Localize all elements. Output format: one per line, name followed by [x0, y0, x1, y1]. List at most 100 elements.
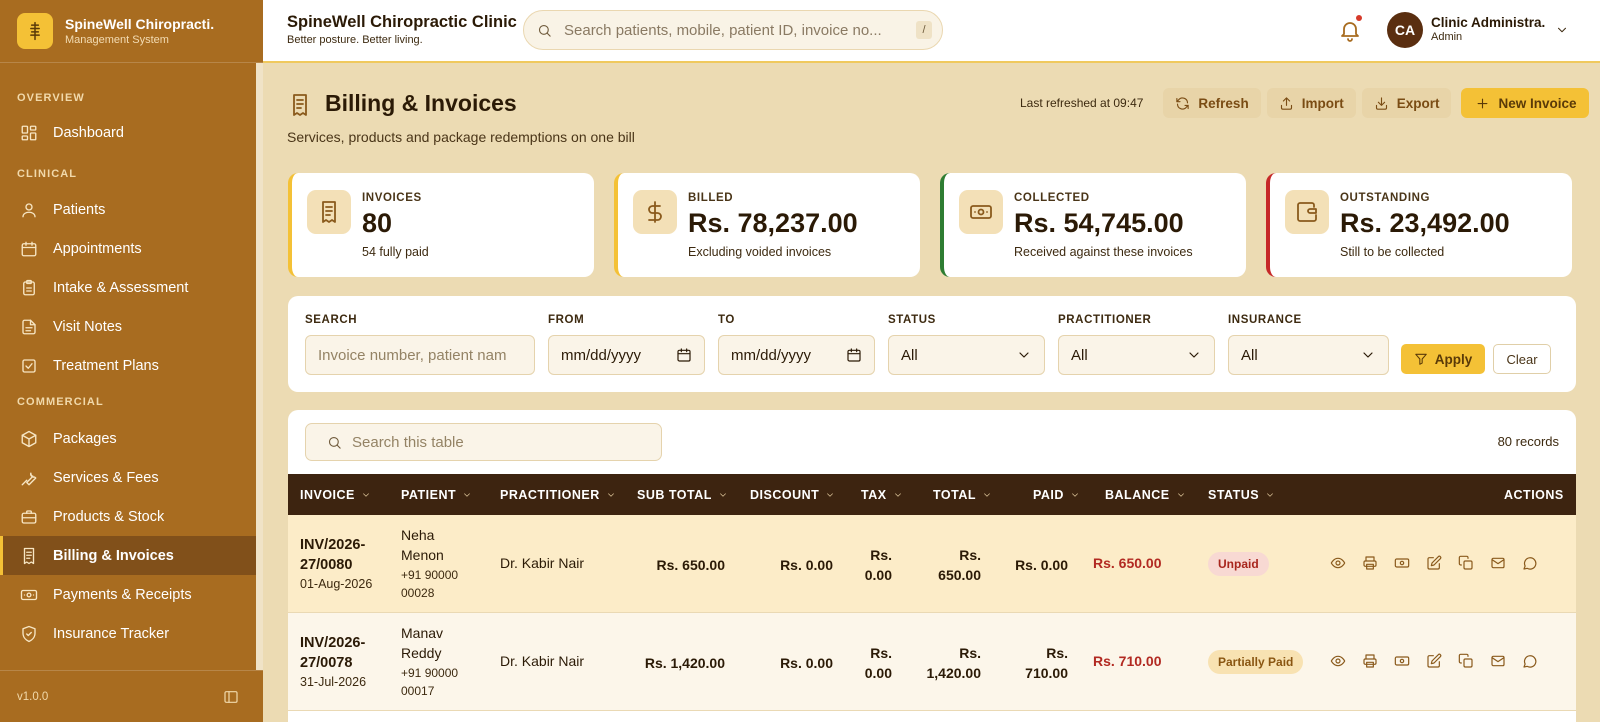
edit-icon[interactable] — [1418, 555, 1450, 573]
receipt-icon — [20, 547, 38, 565]
sidebar-item-products[interactable]: Products & Stock — [0, 497, 256, 536]
column-header-tax[interactable]: TAX — [861, 474, 903, 515]
stat-label: COLLECTED — [1014, 192, 1090, 204]
sidebar-item-intake[interactable]: Intake & Assessment — [0, 268, 256, 307]
duplicate-copy-icon[interactable] — [1450, 653, 1482, 671]
invoice-cell[interactable]: INV/2026- 27/0080 01-Aug-2026 — [300, 535, 372, 591]
new-invoice-label: New Invoice — [1498, 95, 1577, 111]
sidebar-item-billing[interactable]: Billing & Invoices — [0, 536, 256, 575]
global-search-input[interactable]: Search patients, mobile, patient ID, inv… — [523, 10, 943, 50]
table-search-input[interactable]: Search this table — [305, 423, 662, 461]
total-value: Rs. — [959, 645, 981, 661]
briefcase-icon — [20, 508, 38, 526]
record-payment-cash-icon[interactable] — [1386, 653, 1418, 671]
total-value: 1,420.00 — [926, 665, 982, 681]
duplicate-copy-icon[interactable] — [1450, 555, 1482, 573]
status-select[interactable]: All — [888, 335, 1045, 375]
stat-value: Rs. 54,745.00 — [1014, 208, 1184, 238]
apply-filters-button[interactable]: Apply — [1401, 344, 1485, 374]
filter-search-input[interactable]: Invoice number, patient nam — [305, 335, 535, 375]
patient-name: Reddy — [401, 645, 442, 661]
whatsapp-icon[interactable] — [1514, 555, 1546, 573]
practitioner-select[interactable]: All — [1058, 335, 1215, 375]
balance-cell: Rs. 650.00 — [1093, 555, 1162, 571]
sidebar-item-appointments[interactable]: Appointments — [0, 229, 256, 268]
sidebar-item-patients[interactable]: Patients — [0, 190, 256, 229]
patient-mobile: +91 90000 — [401, 666, 459, 680]
sidebar-item-visit-notes[interactable]: Visit Notes — [0, 307, 256, 346]
column-header-discount[interactable]: DISCOUNT — [750, 474, 835, 515]
whatsapp-icon[interactable] — [1514, 653, 1546, 671]
column-header-total[interactable]: TOTAL — [933, 474, 992, 515]
practitioner-value: All — [1071, 346, 1088, 364]
invoice-number: 27/0080 — [300, 557, 353, 573]
view-eye-icon[interactable] — [1322, 653, 1354, 671]
sidebar-item-treatment-plans[interactable]: Treatment Plans — [0, 346, 256, 385]
invoice-cell[interactable]: INV/2026- 27/0078 31-Jul-2026 — [300, 633, 366, 689]
patient-cell[interactable]: Manav Reddy +91 90000 00017 — [401, 623, 458, 700]
chevron-down-icon — [1016, 347, 1032, 363]
column-header-patient[interactable]: PATIENT — [401, 474, 472, 515]
insurance-select[interactable]: All — [1228, 335, 1389, 375]
discount-cell: Rs. 0.00 — [780, 557, 833, 573]
patient-cell[interactable]: Neha Menon +91 90000 00028 — [401, 525, 458, 602]
sidebar-scrollbar[interactable] — [256, 63, 263, 670]
print-printer-icon[interactable] — [1354, 653, 1386, 671]
total-value: 650.00 — [938, 567, 981, 583]
sidebar-item-dashboard[interactable]: Dashboard — [0, 113, 256, 152]
column-header-paid[interactable]: PAID — [1033, 474, 1080, 515]
invoice-date: 31-Jul-2026 — [300, 675, 367, 689]
to-date-value: mm/dd/yyyy — [731, 346, 812, 364]
clear-filters-button[interactable]: Clear — [1493, 344, 1551, 374]
stat-card-outstanding: OUTSTANDING Rs. 23,492.00 Still to be co… — [1266, 173, 1572, 277]
record-count: 80 records — [1497, 434, 1559, 449]
avatar[interactable]: CA — [1387, 12, 1423, 48]
column-header-balance[interactable]: BALANCE — [1105, 474, 1186, 515]
notifications-bell-icon[interactable] — [1338, 15, 1362, 43]
import-button[interactable]: Import — [1266, 88, 1356, 118]
from-date-input[interactable]: mm/dd/yyyy — [548, 335, 705, 375]
sidebar-item-label: Appointments — [53, 240, 142, 257]
edit-icon[interactable] — [1418, 653, 1450, 671]
to-date-input[interactable]: mm/dd/yyyy — [718, 335, 875, 375]
chevron-down-icon[interactable] — [1555, 23, 1569, 37]
collapse-sidebar-icon[interactable] — [223, 689, 239, 705]
total-cell: Rs. 650.00 — [908, 545, 981, 585]
print-printer-icon[interactable] — [1354, 555, 1386, 573]
refresh-button[interactable]: Refresh — [1163, 88, 1261, 118]
record-payment-cash-icon[interactable] — [1386, 555, 1418, 573]
calendar-icon[interactable] — [846, 347, 862, 363]
sidebar-item-insurance[interactable]: Insurance Tracker — [0, 614, 256, 653]
column-header-status[interactable]: STATUS — [1208, 474, 1275, 515]
export-label: Export — [1396, 95, 1440, 111]
invoice-number: INV/2026- — [300, 635, 366, 651]
export-button[interactable]: Export — [1361, 88, 1452, 118]
sort-icon — [606, 490, 616, 500]
stat-card-invoices: INVOICES 80 54 fully paid — [288, 173, 594, 277]
view-eye-icon[interactable] — [1322, 555, 1354, 573]
sort-icon — [893, 490, 903, 500]
filter-search-label: SEARCH — [305, 314, 358, 326]
chevron-down-icon — [1360, 347, 1376, 363]
column-header-actions: ACTIONS — [1504, 487, 1564, 502]
patient-name: Manav — [401, 625, 444, 641]
calendar-icon[interactable] — [676, 347, 692, 363]
column-header-sub-total[interactable]: SUB TOTAL — [637, 474, 728, 515]
column-header-invoice[interactable]: INVOICE — [300, 474, 371, 515]
import-label: Import — [1301, 95, 1344, 111]
column-header-practitioner[interactable]: PRACTITIONER — [500, 474, 616, 515]
table-row[interactable]: INV/2026- 27/0078 31-Jul-2026 Manav Redd… — [288, 613, 1576, 711]
email-mail-icon[interactable] — [1482, 555, 1514, 573]
user-menu[interactable]: Clinic Administra. Admin — [1431, 15, 1547, 43]
table-row[interactable]: INV/2026- 27/0080 01-Aug-2026 Neha Menon… — [288, 515, 1576, 613]
new-invoice-button[interactable]: New Invoice — [1461, 88, 1589, 118]
version-label: v1.0.0 — [17, 690, 49, 703]
brand[interactable]: SpineWell Chiropracti. Management System — [0, 0, 263, 63]
sidebar-item-services[interactable]: Services & Fees — [0, 458, 256, 497]
last-refreshed-text: Last refreshed at 09:47 — [1020, 96, 1144, 110]
download-icon — [1374, 96, 1389, 111]
wrench-icon — [20, 469, 38, 487]
sidebar-item-packages[interactable]: Packages — [0, 419, 256, 458]
email-mail-icon[interactable] — [1482, 653, 1514, 671]
sidebar-item-payments[interactable]: Payments & Receipts — [0, 575, 256, 614]
